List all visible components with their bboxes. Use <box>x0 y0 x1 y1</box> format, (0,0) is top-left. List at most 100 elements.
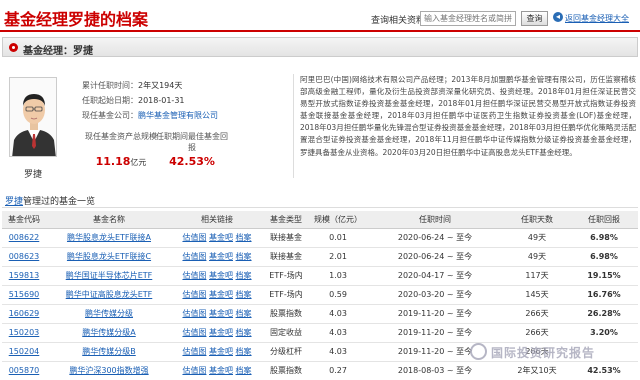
fund-name-link[interactable]: 鹏华股息龙头ETF联接A <box>67 233 151 242</box>
funds-heading-suffix: 管理过的基金一览 <box>23 197 96 207</box>
tenure-period: 2020-06-24 ~ 至今 <box>366 247 504 267</box>
table-row: 008622 鹏华股息龙头ETF联接A 估值图 基金吧 档案 联接基金 0.01 2020… <box>2 228 638 248</box>
fund-code-link[interactable]: 005870 <box>9 366 40 375</box>
tenure-days: 117天 <box>504 266 570 286</box>
divider <box>2 207 638 208</box>
start-label: 任职起始日期： <box>82 96 138 105</box>
assets-label: 现任基金资产总规模 <box>85 132 157 141</box>
fund-name-link[interactable]: 鹏华沪深300指数增强 <box>69 366 148 375</box>
assets-unit: 亿元 <box>130 158 147 167</box>
table-row: 008623 鹏华股息龙头ETF联接C 估值图 基金吧 档案 联接基金 2.01 2020… <box>2 247 638 267</box>
col-header-name[interactable]: 基金名称 <box>46 211 172 229</box>
tenure-return: 19.15% <box>570 266 638 286</box>
funds-heading-manager-link[interactable]: 罗捷 <box>5 197 23 207</box>
manager-name: 罗捷 <box>24 170 43 180</box>
search-button[interactable]: 查询 <box>521 11 548 26</box>
fund-type: 固定收益 <box>262 323 310 343</box>
back-arrow-icon[interactable]: ◂ <box>553 12 563 22</box>
fund-code-link[interactable]: 008622 <box>9 233 40 242</box>
company-line: 现任基金公司：鹏华基金管理有限公司 <box>82 110 218 121</box>
assets-value: 11.18 <box>95 155 131 168</box>
watermark: 国际投资研究报告 <box>470 340 635 364</box>
back-to-managers-link[interactable]: 返回基金经理大全 <box>565 13 629 24</box>
fund-code-link[interactable]: 150203 <box>9 328 40 337</box>
fund-name-link[interactable]: 鹏华中证高股息龙头ETF <box>66 290 153 299</box>
manager-bio: 阿里巴巴(中国)网络技术有限公司产品经理；2013年8月加盟鹏华基金管理有限公司… <box>300 75 636 157</box>
fund-size: 0.59 <box>310 285 366 305</box>
fund-name-link[interactable]: 鹏华传媒分级A <box>82 328 135 337</box>
fund-archive-link[interactable]: 档案 <box>236 252 252 261</box>
manager-section-bar: 基金经理：罗捷 <box>2 37 638 57</box>
fund-size: 2.01 <box>310 247 366 267</box>
tenure-return: 6.98% <box>570 228 638 248</box>
col-header-return[interactable]: 任职回报 <box>570 211 638 229</box>
valuation-chart-link[interactable]: 估值图 <box>182 309 206 318</box>
fund-name-link[interactable]: 鹏华股息龙头ETF联接C <box>67 252 151 261</box>
col-header-code[interactable]: 基金代码 <box>2 211 46 229</box>
fund-type: 联接基金 <box>262 247 310 267</box>
profile-divider <box>293 74 294 178</box>
fund-forum-link[interactable]: 基金吧 <box>209 347 233 356</box>
fund-archive-link[interactable]: 档案 <box>236 347 252 356</box>
fund-code-link[interactable]: 159813 <box>9 271 40 280</box>
valuation-chart-link[interactable]: 估值图 <box>182 252 206 261</box>
fund-name-link[interactable]: 鹏华传媒分级 <box>85 309 133 318</box>
tenure-label: 累计任职时间： <box>82 81 138 90</box>
tenure-period: 2019-11-20 ~ 至今 <box>366 304 504 324</box>
fund-forum-link[interactable]: 基金吧 <box>209 309 233 318</box>
best-return-label: 任职期间最佳基金回报 <box>156 132 228 152</box>
table-row: 515690 鹏华中证高股息龙头ETF 估值图 基金吧 档案 ETF-场内 0.59 20… <box>2 285 638 305</box>
valuation-chart-link[interactable]: 估值图 <box>182 233 206 242</box>
fund-size: 4.03 <box>310 323 366 343</box>
fund-archive-link[interactable]: 档案 <box>236 290 252 299</box>
fund-archive-link[interactable]: 档案 <box>236 233 252 242</box>
tenure-return: 6.98% <box>570 247 638 267</box>
fund-name-link[interactable]: 鹏华国证半导体芯片ETF <box>66 271 153 280</box>
fund-code-link[interactable]: 160629 <box>9 309 40 318</box>
fund-forum-link[interactable]: 基金吧 <box>209 233 233 242</box>
fund-forum-link[interactable]: 基金吧 <box>209 328 233 337</box>
col-header-size[interactable]: 规模（亿元） <box>310 211 366 229</box>
valuation-chart-link[interactable]: 估值图 <box>182 347 206 356</box>
fund-code-link[interactable]: 150204 <box>9 347 40 356</box>
fund-forum-link[interactable]: 基金吧 <box>209 366 233 375</box>
fund-archive-link[interactable]: 档案 <box>236 271 252 280</box>
tenure-return: 26.28% <box>570 304 638 324</box>
fund-code-link[interactable]: 515690 <box>9 290 40 299</box>
fund-forum-link[interactable]: 基金吧 <box>209 290 233 299</box>
fund-archive-link[interactable]: 档案 <box>236 328 252 337</box>
section-title: 基金经理：罗捷 <box>23 46 93 57</box>
valuation-chart-link[interactable]: 估值图 <box>182 271 206 280</box>
fund-type: 联接基金 <box>262 228 310 248</box>
fund-type: 股票指数 <box>262 304 310 324</box>
col-header-days[interactable]: 任职天数 <box>504 211 570 229</box>
tenure-days: 49天 <box>504 247 570 267</box>
fund-forum-link[interactable]: 基金吧 <box>209 252 233 261</box>
fund-type: 分级杠杆 <box>262 342 310 362</box>
fund-size: 4.03 <box>310 342 366 362</box>
watermark-logo-icon <box>470 343 487 360</box>
fund-type: ETF-场内 <box>262 285 310 305</box>
best-return-value: 42.53% <box>169 155 215 168</box>
funds-heading: 罗捷管理过的基金一览 <box>5 194 95 207</box>
fund-code-link[interactable]: 008623 <box>9 252 40 261</box>
table-header-row: 基金代码 基金名称 相关链接 基金类型 规模（亿元） 任职时间 任职天数 任职回… <box>2 211 638 229</box>
top-bar: 基金经理罗捷的档案 查询相关资料： 查询 ◂ 返回基金经理大全 <box>0 0 640 32</box>
portrait-image <box>10 78 56 156</box>
search-input[interactable] <box>420 11 516 26</box>
page-title: 基金经理罗捷的档案 <box>4 10 149 29</box>
col-header-period[interactable]: 任职时间 <box>366 211 504 229</box>
col-header-type[interactable]: 基金类型 <box>262 211 310 229</box>
watermark-text: 国际投资研究报告 <box>491 346 596 360</box>
tenure-period: 2020-03-20 ~ 至今 <box>366 285 504 305</box>
valuation-chart-link[interactable]: 估值图 <box>182 328 206 337</box>
valuation-chart-link[interactable]: 估值图 <box>182 366 206 375</box>
manager-photo <box>9 77 57 157</box>
fund-forum-link[interactable]: 基金吧 <box>209 271 233 280</box>
company-link[interactable]: 鹏华基金管理有限公司 <box>138 111 218 120</box>
fund-size: 0.27 <box>310 361 366 380</box>
fund-archive-link[interactable]: 档案 <box>236 366 252 375</box>
valuation-chart-link[interactable]: 估值图 <box>182 290 206 299</box>
fund-name-link[interactable]: 鹏华传媒分级B <box>82 347 136 356</box>
fund-archive-link[interactable]: 档案 <box>236 309 252 318</box>
